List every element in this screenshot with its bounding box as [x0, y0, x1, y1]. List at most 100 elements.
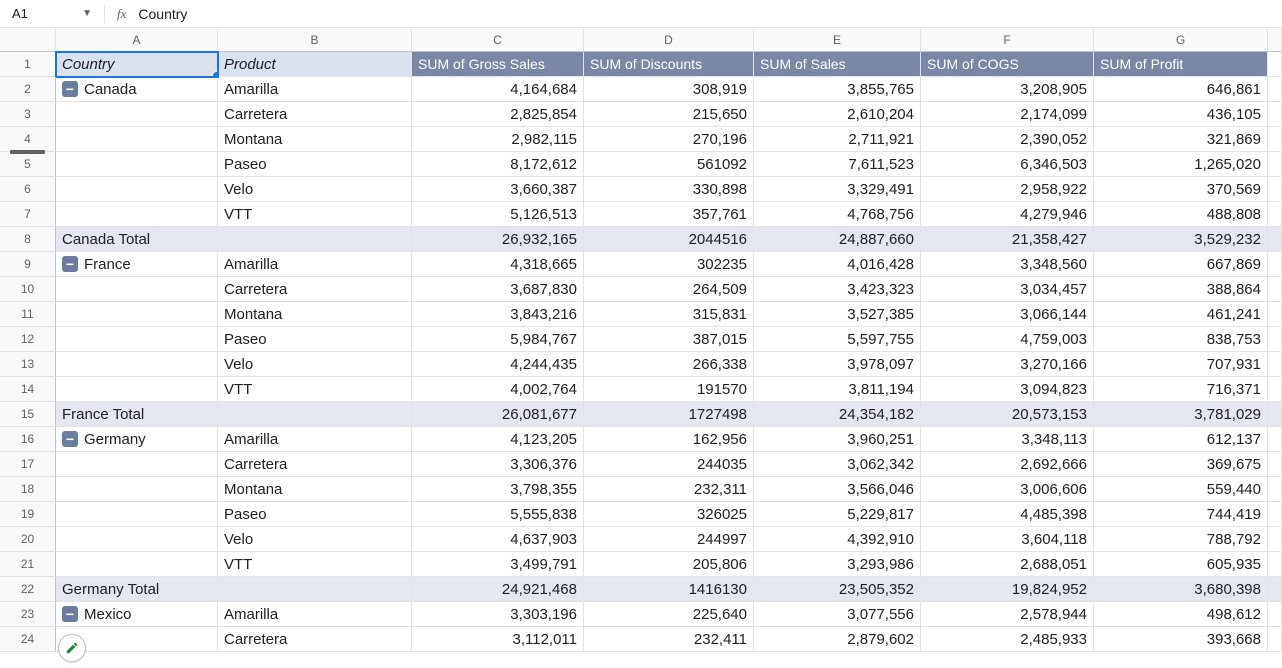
cell-metric-value[interactable]: 2,485,933	[921, 627, 1094, 652]
cell-metric-header[interactable]: SUM of Gross Sales	[412, 52, 584, 77]
cell-metric-value[interactable]: 4,759,003	[921, 327, 1094, 352]
column-header-A[interactable]: A	[56, 28, 218, 51]
cell-metric-value[interactable]: 2,958,922	[921, 177, 1094, 202]
column-header-F[interactable]: F	[921, 28, 1094, 51]
row-number[interactable]: 17	[0, 452, 56, 477]
cell[interactable]	[218, 577, 412, 602]
cell-product[interactable]: Velo	[218, 352, 412, 377]
cell-metric-value[interactable]: 24,354,182	[754, 402, 921, 427]
cell-metric-value[interactable]: 646,861	[1094, 77, 1268, 102]
cell-metric-header[interactable]: SUM of Profit	[1094, 52, 1268, 77]
column-header-G[interactable]: G	[1094, 28, 1268, 51]
row-number[interactable]: 19	[0, 502, 56, 527]
row-number[interactable]: 7	[0, 202, 56, 227]
row-number[interactable]: 15	[0, 402, 56, 427]
cell-metric-value[interactable]: 2,711,921	[754, 127, 921, 152]
cell-metric-value[interactable]: 3,348,560	[921, 252, 1094, 277]
cell-metric-value[interactable]: 244997	[584, 527, 754, 552]
select-all-corner[interactable]	[0, 28, 56, 51]
cell-metric-value[interactable]: 3,329,491	[754, 177, 921, 202]
cell-metric-value[interactable]: 488,808	[1094, 202, 1268, 227]
spreadsheet-grid[interactable]: A B C D E F G 1CountryProductSUM of Gros…	[0, 28, 1282, 668]
cell-metric-value[interactable]: 3,006,606	[921, 477, 1094, 502]
cell-metric-value[interactable]: 3,978,097	[754, 352, 921, 377]
row-number[interactable]: 16	[0, 427, 56, 452]
row-number[interactable]: 4	[0, 127, 56, 152]
cell-metric-value[interactable]: 2,692,666	[921, 452, 1094, 477]
cell[interactable]	[56, 102, 218, 127]
cell-metric-value[interactable]: 26,081,677	[412, 402, 584, 427]
cell-metric-value[interactable]: 4,485,398	[921, 502, 1094, 527]
cell-metric-value[interactable]: 3,843,216	[412, 302, 584, 327]
cell-metric-value[interactable]: 266,338	[584, 352, 754, 377]
cell-metric-value[interactable]: 436,105	[1094, 102, 1268, 127]
column-header-E[interactable]: E	[754, 28, 921, 51]
cell-product[interactable]: Carretera	[218, 627, 412, 652]
cell-country[interactable]: −Mexico	[56, 602, 218, 627]
cell-metric-value[interactable]: 23,505,352	[754, 577, 921, 602]
row-number[interactable]: 6	[0, 177, 56, 202]
cell[interactable]	[56, 527, 218, 552]
cell[interactable]	[56, 352, 218, 377]
column-header-D[interactable]: D	[584, 28, 754, 51]
cell-metric-value[interactable]: 3,604,118	[921, 527, 1094, 552]
cell-metric-value[interactable]: 2,610,204	[754, 102, 921, 127]
cell-metric-value[interactable]: 3,811,194	[754, 377, 921, 402]
cell-metric-value[interactable]: 270,196	[584, 127, 754, 152]
row-number[interactable]: 8	[0, 227, 56, 252]
cell-metric-value[interactable]: 20,573,153	[921, 402, 1094, 427]
cell-metric-value[interactable]: 4,016,428	[754, 252, 921, 277]
cell-total-label[interactable]: Canada Total	[56, 227, 218, 252]
cell[interactable]	[56, 152, 218, 177]
row-number[interactable]: 24	[0, 627, 56, 652]
cell-product[interactable]: Carretera	[218, 277, 412, 302]
column-header-B[interactable]: B	[218, 28, 412, 51]
cell-metric-value[interactable]: 4,123,205	[412, 427, 584, 452]
explore-fab[interactable]	[58, 634, 86, 662]
cell-metric-value[interactable]: 3,112,011	[412, 627, 584, 652]
cell-metric-value[interactable]: 3,960,251	[754, 427, 921, 452]
name-box[interactable]: A1 ▼	[12, 6, 92, 21]
cell-product[interactable]: Montana	[218, 302, 412, 327]
collapse-icon[interactable]: −	[62, 606, 78, 622]
row-number[interactable]: 23	[0, 602, 56, 627]
cell-product[interactable]: Amarilla	[218, 77, 412, 102]
cell-metric-value[interactable]: 3,527,385	[754, 302, 921, 327]
cell-product[interactable]: VTT	[218, 202, 412, 227]
cell-metric-value[interactable]: 716,371	[1094, 377, 1268, 402]
cell-metric-value[interactable]: 26,932,165	[412, 227, 584, 252]
column-header-C[interactable]: C	[412, 28, 584, 51]
cell-product[interactable]: Amarilla	[218, 602, 412, 627]
row-number[interactable]: 5	[0, 152, 56, 177]
cell-metric-value[interactable]: 387,015	[584, 327, 754, 352]
cell[interactable]	[56, 202, 218, 227]
cell-metric-value[interactable]: 321,869	[1094, 127, 1268, 152]
cell-metric-value[interactable]: 326025	[584, 502, 754, 527]
cell-metric-value[interactable]: 232,411	[584, 627, 754, 652]
cell-total-label[interactable]: France Total	[56, 402, 218, 427]
cell[interactable]	[56, 552, 218, 577]
collapse-icon[interactable]: −	[62, 256, 78, 272]
cell-metric-value[interactable]: 369,675	[1094, 452, 1268, 477]
fx-icon[interactable]: fx	[117, 6, 126, 22]
cell-metric-value[interactable]: 330,898	[584, 177, 754, 202]
cell-metric-value[interactable]: 4,002,764	[412, 377, 584, 402]
cell-metric-value[interactable]: 2,879,602	[754, 627, 921, 652]
row-number[interactable]: 13	[0, 352, 56, 377]
cell-metric-value[interactable]: 667,869	[1094, 252, 1268, 277]
cell-product[interactable]: Amarilla	[218, 252, 412, 277]
cell-metric-value[interactable]: 3,306,376	[412, 452, 584, 477]
cell-metric-value[interactable]: 2,578,944	[921, 602, 1094, 627]
cell-metric-value[interactable]: 3,855,765	[754, 77, 921, 102]
cell-metric-value[interactable]: 264,509	[584, 277, 754, 302]
row-number[interactable]: 14	[0, 377, 56, 402]
cell-total-label[interactable]: Germany Total	[56, 577, 218, 602]
cell-metric-value[interactable]: 1,265,020	[1094, 152, 1268, 177]
collapse-icon[interactable]: −	[62, 81, 78, 97]
cell[interactable]	[56, 502, 218, 527]
cell-product-header[interactable]: Product	[218, 52, 412, 77]
cell[interactable]	[56, 377, 218, 402]
cell-metric-value[interactable]: 605,935	[1094, 552, 1268, 577]
cell-metric-value[interactable]: 744,419	[1094, 502, 1268, 527]
row-number[interactable]: 9	[0, 252, 56, 277]
